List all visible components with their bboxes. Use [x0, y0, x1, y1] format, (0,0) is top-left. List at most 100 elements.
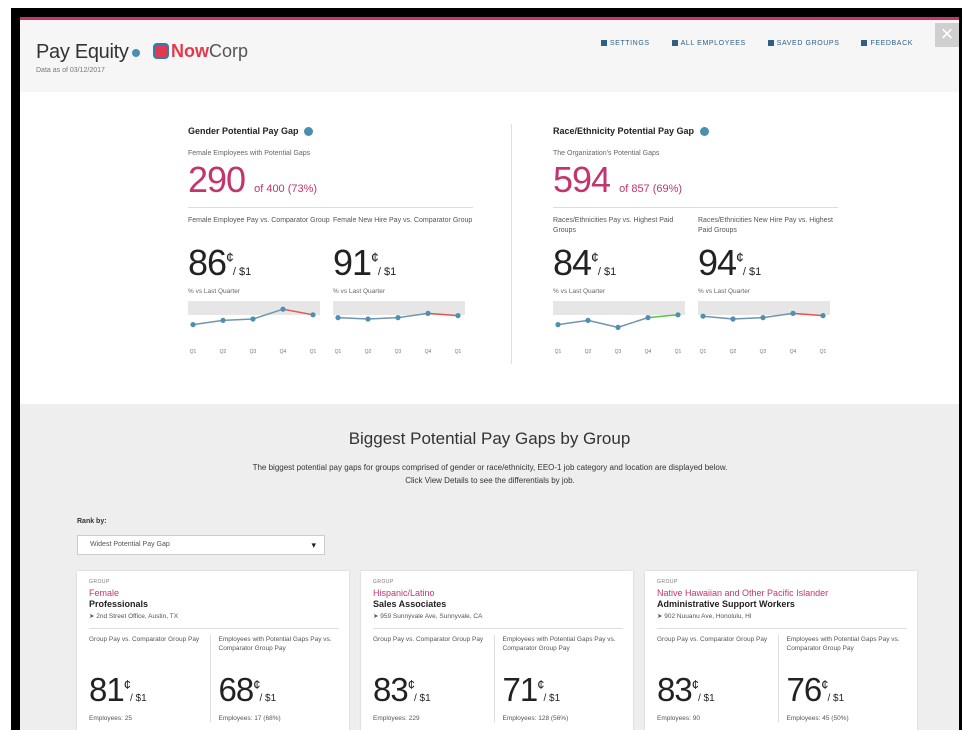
trend-band — [698, 301, 830, 316]
groups-description: The biggest potential pay gaps for group… — [252, 463, 728, 485]
trend-segment — [337, 316, 369, 320]
group-card[interactable]: GROUP Hispanic/Latino Sales Associates ➤… — [361, 571, 633, 730]
logo-mark-icon — [153, 43, 169, 59]
quarter-tick-label: Q3 — [395, 349, 402, 355]
group-pay-metric: Group Pay vs. Comparator Group Pay 81¢/ … — [89, 636, 200, 722]
gender-gap-count: 290 of 400 (73%) — [188, 159, 318, 201]
trend-point — [250, 316, 256, 322]
quarter-tick-label: Q4 — [425, 349, 432, 355]
info-icon[interactable] — [304, 127, 314, 137]
location: ➤ 902 Nuuanu Ave, Honolulu, HI — [657, 613, 752, 620]
quarter-tick-label: Q2 — [585, 349, 592, 355]
quarter-tick-label: Q2 — [365, 349, 372, 355]
divider — [188, 207, 473, 209]
groups-title: Biggest Potential Pay Gaps by Group — [348, 429, 631, 448]
groups-panel: Biggest Potential Pay Gaps by Group The … — [20, 404, 959, 730]
trend-point — [365, 316, 371, 322]
gender-section: Gender Potential Pay Gap Female Employee… — [188, 126, 478, 357]
trend-point — [675, 312, 681, 318]
chat-icon — [861, 40, 868, 46]
header: Pay Equity NowCorp Data as of 03/12/2017… — [20, 20, 959, 92]
quarter-tick-label: Q4 — [645, 349, 652, 355]
company-logo: NowCorp — [153, 41, 248, 62]
quarter-tick-label: Q1 — [820, 349, 827, 355]
female-new-hire-metric: Female New Hire Pay vs. Comparator Group… — [333, 217, 473, 356]
race-pay-metric: Races/Ethnicities Pay vs. Highest Paid G… — [553, 216, 698, 357]
trend-point — [645, 315, 651, 321]
trend-point — [820, 313, 826, 319]
trend-point — [220, 317, 226, 324]
rank-by-select[interactable]: Widest Potential Pay Gap ▾ — [77, 535, 325, 555]
trend-sparkline: Q1 Q2 Q3 Q4 Q1 — [188, 301, 320, 355]
race-title: Race/Ethnicity Potential Pay Gap — [553, 126, 843, 137]
chevron-down-icon: ▾ — [311, 540, 316, 550]
quarter-tick-label: Q1 — [555, 349, 562, 355]
trend-band — [333, 301, 465, 316]
nav-saved-groups[interactable]: SAVED GROUPS — [767, 40, 840, 47]
people-icon — [671, 40, 678, 46]
job-category: Sales Associates — [373, 599, 447, 609]
gender-subtitle: Female Employees with Potential Gaps — [188, 150, 311, 158]
group-pay-metric: Group Pay vs. Comparator Group Pay 83¢/ … — [373, 636, 484, 722]
app-title: Pay Equity — [36, 41, 140, 64]
quarter-tick-label: Q1 — [310, 349, 317, 355]
trend-band — [553, 301, 685, 316]
nav-settings[interactable]: SETTINGS — [600, 40, 650, 47]
nav-feedback[interactable]: FEEDBACK — [861, 40, 913, 47]
trend-segment — [587, 319, 619, 329]
trend-point — [395, 315, 401, 321]
quarter-tick-label: Q1 — [700, 349, 707, 355]
race-new-hire-metric: Races/Ethnicities New Hire Pay vs. Highe… — [698, 216, 843, 357]
potential-gap-metric: Employees with Potential Gaps Pay vs. Co… — [493, 635, 624, 722]
female-pay-metric: Female Employee Pay vs. Comparator Group… — [188, 217, 330, 356]
close-button[interactable]: × — [935, 23, 959, 47]
group-card[interactable]: GROUP Native Hawaiian and Other Pacific … — [645, 571, 917, 730]
trend-point — [615, 324, 621, 331]
rank-label: Rank by: — [77, 518, 107, 525]
trend-point — [455, 313, 461, 319]
quarter-tick-label: Q1 — [455, 349, 462, 355]
trend-point — [585, 317, 591, 324]
quarter-tick-label: Q4 — [280, 349, 287, 355]
quarter-tick-label: Q1 — [335, 349, 342, 355]
group-name[interactable]: Female — [89, 588, 339, 598]
group-name[interactable]: Native Hawaiian and Other Pacific Island… — [657, 588, 907, 598]
app-window: Pay Equity NowCorp Data as of 03/12/2017… — [11, 8, 962, 730]
quarter-tick-label: Q2 — [730, 349, 737, 355]
location: ➤ 959 Sunnyvale Ave, Sunnyvale, CA — [373, 613, 483, 620]
trend-point — [760, 315, 766, 321]
quarter-tick-label: Q1 — [675, 349, 682, 355]
group-pay-metric: Group Pay vs. Comparator Group Pay 83¢/ … — [657, 636, 768, 722]
trend-point — [190, 322, 196, 328]
trend-segment — [222, 318, 254, 322]
info-icon[interactable] — [131, 48, 140, 57]
quarter-tick-label: Q3 — [760, 349, 767, 355]
info-icon[interactable] — [699, 127, 709, 137]
trend-point — [280, 306, 286, 312]
potential-gap-metric: Employees with Potential Gaps Pay vs. Co… — [777, 635, 908, 722]
quarter-tick-label: Q3 — [615, 349, 622, 355]
nav-all-employees[interactable]: ALL EMPLOYEES — [671, 40, 746, 47]
trend-segment — [647, 314, 679, 319]
trend-sparkline: Q1 Q2 Q3 Q4 Q1 — [698, 301, 830, 355]
trend-point — [730, 316, 736, 322]
data-date: Data as of 03/12/2017 — [36, 67, 105, 74]
group-name[interactable]: Hispanic/Latino — [373, 588, 623, 598]
trend-point — [335, 315, 341, 321]
trend-sparkline: Q1 Q2 Q3 Q4 Q1 — [333, 301, 465, 355]
trend-segment — [367, 316, 399, 320]
trend-point — [790, 310, 796, 317]
summary-panel: Gender Potential Pay Gap Female Employee… — [20, 92, 959, 404]
top-nav: SETTINGS ALL EMPLOYEES SAVED GROUPS FEED… — [600, 40, 913, 47]
potential-gap-metric: Employees with Potential Gaps Pay vs. Co… — [209, 635, 340, 722]
quarter-tick-label: Q3 — [250, 349, 257, 355]
group-card[interactable]: GROUP Female Professionals ➤ 2nd Street … — [77, 571, 349, 730]
trend-sparkline: Q1 Q2 Q3 Q4 Q1 — [553, 301, 685, 355]
trend-segment — [702, 315, 734, 320]
quarter-tick-label: Q1 — [190, 349, 197, 355]
trend-point — [425, 310, 431, 317]
section-divider — [511, 124, 512, 364]
trend-point — [700, 313, 706, 319]
divider — [553, 207, 838, 209]
location: ➤ 2nd Street Office, Austin, TX — [89, 613, 179, 620]
